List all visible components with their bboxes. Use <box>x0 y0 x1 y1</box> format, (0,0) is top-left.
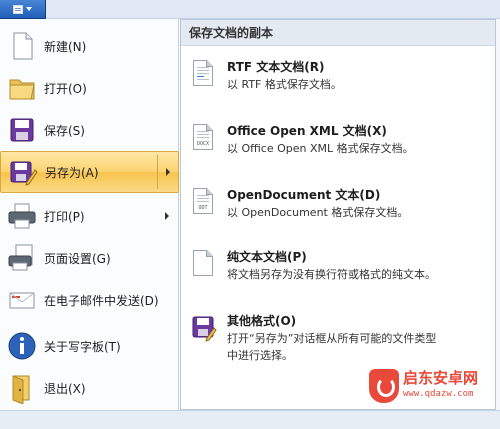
option-description: 打开“另存为”对话框从所有可能的文件类型 中进行选择。 <box>227 330 436 364</box>
menu-item-label: 打印(P) <box>44 209 85 224</box>
document-icon <box>13 4 23 14</box>
menu-item-label: 关于写字板(T) <box>44 339 121 354</box>
submenu-divider <box>157 155 158 189</box>
menu-item-new[interactable]: 新建(N) <box>0 25 179 67</box>
menu-item-open[interactable]: 打开(O) <box>0 67 179 109</box>
menu-item-label: 页面设置(G) <box>44 251 111 266</box>
application-menu: 新建(N) 打开(O) 保存(S) 另存为(A) 打印(P) 页面设置(G) 在… <box>0 19 179 410</box>
odt-tag: ODT <box>198 205 208 211</box>
menu-item-print[interactable]: 打印(P) <box>0 195 179 237</box>
option-description: 以 RTF 格式保存文档。 <box>227 78 342 91</box>
save-disk-icon <box>6 114 38 146</box>
site-watermark: 启东安卓网 www.qdazw.com <box>369 365 491 407</box>
option-title: 其他格式(O) <box>227 314 297 328</box>
watermark-title: 启东安卓网 <box>403 369 479 387</box>
printer-icon <box>6 200 38 232</box>
shield-logo-icon <box>369 369 399 403</box>
other-formats-icon <box>191 314 217 344</box>
ribbon-tab-strip <box>46 0 500 19</box>
rtf-document-icon <box>191 60 215 90</box>
menu-item-about[interactable]: 关于写字板(T) <box>0 325 179 367</box>
option-description-line-1: 打开“另存为”对话框从所有可能的文件类型 <box>227 332 437 345</box>
docx-document-icon: DOCX <box>191 124 215 154</box>
plain-text-document-icon <box>191 250 215 280</box>
option-description: 将文档另存为没有换行符或格式的纯文本。 <box>227 268 436 281</box>
save-as-plain-text-option[interactable]: 纯文本文档(P) 将文档另存为没有换行符或格式的纯文本。 <box>181 244 495 304</box>
menu-item-label: 另存为(A) <box>45 165 99 180</box>
save-as-docx-option[interactable]: DOCX Office Open XML 文档(X) 以 Office Open… <box>181 118 495 178</box>
option-title: Office Open XML 文档(X) <box>227 124 387 138</box>
menu-item-label: 新建(N) <box>44 39 87 54</box>
menu-item-page-setup[interactable]: 页面设置(G) <box>0 237 179 279</box>
save-as-icon <box>7 156 39 188</box>
option-description: 以 OpenDocument 格式保存文档。 <box>227 206 409 219</box>
menu-item-send-email[interactable]: 在电子邮件中发送(D) <box>0 279 179 321</box>
menu-item-save-as[interactable]: 另存为(A) <box>0 151 179 193</box>
menu-item-label: 打开(O) <box>44 81 87 96</box>
odt-document-icon: ODT <box>191 188 215 218</box>
save-as-submenu-panel: 保存文档的副本 RTF 文本文档(R) 以 RTF 格式保存文档。 DOCX O… <box>180 19 496 410</box>
menu-item-label: 在电子邮件中发送(D) <box>44 293 159 308</box>
info-icon <box>6 330 38 362</box>
page-setup-icon <box>6 242 38 274</box>
save-as-odt-option[interactable]: ODT OpenDocument 文本(D) 以 OpenDocument 格式… <box>181 182 495 242</box>
status-strip <box>0 410 500 429</box>
submenu-arrow-icon[interactable] <box>166 168 170 176</box>
docx-tag: DOCX <box>196 141 210 147</box>
email-icon <box>6 284 38 316</box>
exit-icon <box>6 372 38 405</box>
watermark-url: www.qdazw.com <box>403 389 474 399</box>
option-title: RTF 文本文档(R) <box>227 60 325 74</box>
submenu-arrow-icon[interactable] <box>165 212 169 220</box>
caret-down-icon <box>26 7 32 11</box>
option-description: 以 Office Open XML 格式保存文档。 <box>227 142 414 155</box>
menu-item-label: 保存(S) <box>44 123 85 138</box>
menu-item-save[interactable]: 保存(S) <box>0 109 179 151</box>
option-title: OpenDocument 文本(D) <box>227 188 381 202</box>
open-folder-icon <box>6 72 38 104</box>
menu-item-exit[interactable]: 退出(X) <box>0 367 179 409</box>
new-document-icon <box>6 30 38 62</box>
option-title: 纯文本文档(P) <box>227 250 307 264</box>
application-menu-button[interactable] <box>0 0 46 19</box>
save-as-rtf-option[interactable]: RTF 文本文档(R) 以 RTF 格式保存文档。 <box>181 54 495 114</box>
panel-header: 保存文档的副本 <box>181 20 495 46</box>
menu-item-label: 退出(X) <box>44 381 86 396</box>
option-description-line-2: 中进行选择。 <box>227 349 293 362</box>
